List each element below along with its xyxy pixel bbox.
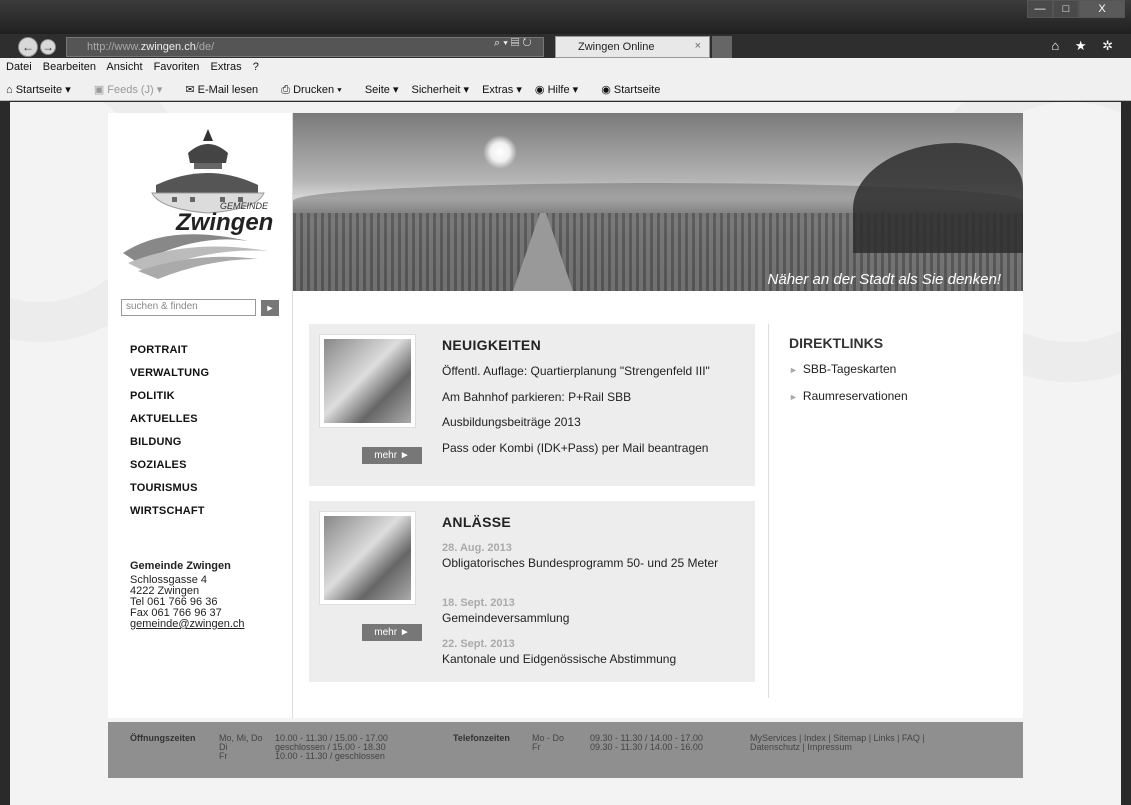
events-title: ANLÄSSE	[442, 514, 511, 530]
footer-phone-days: Mo - Do Fr	[532, 733, 565, 752]
window-controls: — □ X	[1027, 0, 1125, 18]
home-favorites-tools-icons[interactable]: ⌂ ★ ✲	[1051, 38, 1119, 54]
direktlinks-title: DIREKTLINKS	[789, 335, 884, 351]
close-window-button[interactable]: X	[1079, 0, 1125, 18]
cmd-help-label: Hilfe ▾	[547, 84, 579, 96]
command-bar: ⌂ Startseite ▾ ▣ Feeds (J) ▾ ✉ E-Mail le…	[0, 77, 1131, 101]
footer-opening-times: 10.00 - 11.30 / 15.00 - 17.00 geschlosse…	[275, 733, 388, 761]
menu-help[interactable]: ?	[253, 61, 259, 73]
news-title: NEUIGKEITEN	[442, 337, 541, 353]
nav-item-tourismus[interactable]: TOURISMUS	[130, 482, 209, 505]
menu-extras[interactable]: Extras	[210, 61, 241, 73]
cmd-print[interactable]: ⎙ Drucken ▾	[281, 84, 352, 96]
search-input[interactable]: suchen & finden	[121, 299, 256, 316]
menu-favoriten[interactable]: Favoriten	[154, 61, 200, 73]
main-navigation: PORTRAIT VERWALTUNG POLITIK AKTUELLES BI…	[130, 344, 209, 528]
menu-bar: Datei Bearbeiten Ansicht Favoriten Extra…	[0, 58, 1131, 77]
cmd-feeds-label: Feeds (J) ▾	[107, 84, 163, 96]
menu-bearbeiten[interactable]: Bearbeiten	[43, 61, 96, 73]
nav-item-portrait[interactable]: PORTRAIT	[130, 344, 209, 367]
site-footer: Öffnungszeiten Mo, Mi, Do Di Fr 10.00 - …	[108, 722, 1023, 778]
maximize-button[interactable]: □	[1053, 0, 1079, 18]
gemeinde-logo[interactable]: GEMEINDE Zwingen	[108, 113, 293, 291]
news-item[interactable]: Ausbildungsbeiträge 2013	[442, 415, 581, 429]
direktlink-label: SBB-Tageskarten	[802, 362, 897, 376]
direktlink-label: Raumreservationen	[802, 389, 908, 403]
nav-item-politik[interactable]: POLITIK	[130, 390, 209, 413]
hero-trees	[853, 143, 1023, 253]
cmd-feeds[interactable]: ▣ Feeds (J) ▾	[94, 84, 173, 96]
url-host: zwingen.ch	[140, 41, 196, 53]
hero-tagline: Näher an der Stadt als Sie denken!	[767, 271, 1001, 288]
events-thumbnail	[319, 511, 416, 605]
tab-title: Zwingen Online	[578, 41, 655, 53]
cmd-print-label: Drucken ▾	[293, 84, 342, 96]
news-item[interactable]: Öffentl. Auflage: Quartierplanung "Stren…	[442, 364, 710, 378]
news-thumbnail	[319, 334, 416, 428]
events-more-button[interactable]: mehr ►	[362, 624, 422, 641]
cmd-email-label: E-Mail lesen	[197, 84, 259, 96]
event-date: 18. Sept. 2013	[442, 597, 515, 609]
new-tab-button[interactable]	[712, 36, 732, 58]
column-divider	[768, 324, 769, 698]
event-title[interactable]: Kantonale und Eidgenössische Abstimmung	[442, 652, 742, 666]
left-column: GEMEINDE Zwingen suchen & finden ► PORTR…	[108, 113, 293, 718]
cmd-home[interactable]: ⌂ Startseite ▾	[6, 84, 81, 96]
window-titlebar: — □ X	[0, 0, 1131, 36]
cmd-home-label: Startseite ▾	[15, 84, 71, 96]
cmd-security[interactable]: Sicherheit ▾	[412, 84, 470, 96]
back-button[interactable]: ←	[18, 37, 38, 57]
news-more-button[interactable]: mehr ►	[362, 447, 422, 464]
tab-close-icon[interactable]: ×	[695, 40, 701, 52]
news-box: mehr ► NEUIGKEITEN Öffentl. Auflage: Qua…	[309, 324, 755, 486]
events-box: mehr ► ANLÄSSE 28. Aug. 2013 Obligatoris…	[309, 501, 755, 682]
nav-item-verwaltung[interactable]: VERWALTUNG	[130, 367, 209, 390]
news-item[interactable]: Pass oder Kombi (IDK+Pass) per Mail bean…	[442, 441, 708, 455]
url-prefix: http://www.	[87, 41, 141, 53]
event-title[interactable]: Obligatorisches Bundesprogramm 50- und 2…	[442, 556, 742, 570]
forward-button[interactable]: →	[40, 39, 56, 55]
event-date: 28. Aug. 2013	[442, 542, 512, 554]
page-viewport: GEMEINDE Zwingen suchen & finden ► PORTR…	[10, 102, 1121, 805]
direktlink-raumreservationen[interactable]: ► Raumreservationen	[789, 389, 908, 403]
footer-opening-days: Mo, Mi, Do Di Fr	[219, 733, 263, 761]
menu-ansicht[interactable]: Ansicht	[106, 61, 142, 73]
nav-item-aktuelles[interactable]: AKTUELLES	[130, 413, 209, 436]
site-container: GEMEINDE Zwingen suchen & finden ► PORTR…	[108, 113, 1023, 718]
hero-sun	[483, 135, 517, 169]
arrow-icon: ►	[789, 365, 798, 375]
direktlink-sbb-tageskarten[interactable]: ► SBB-Tageskarten	[789, 362, 896, 376]
cmd-extras[interactable]: Extras ▾	[482, 84, 522, 96]
address-bar[interactable]: http://www.zwingen.ch/de/	[66, 37, 544, 57]
cmd-email[interactable]: ✉ E-Mail lesen	[185, 84, 268, 96]
minimize-button[interactable]: —	[1027, 0, 1053, 18]
nav-item-wirtschaft[interactable]: WIRTSCHAFT	[130, 505, 209, 528]
footer-links[interactable]: MyServices | Index | Sitemap | Links | F…	[750, 734, 925, 752]
cmd-start[interactable]: ◉ Startseite	[601, 84, 670, 96]
news-item[interactable]: Am Bahnhof parkieren: P+Rail SBB	[442, 390, 631, 404]
tab-zwingen-online[interactable]: Zwingen Online ×	[555, 36, 710, 58]
hero-banner: Näher an der Stadt als Sie denken!	[293, 113, 1023, 291]
event-title[interactable]: Gemeindeversammlung	[442, 611, 742, 625]
address-search-refresh-icons[interactable]: ⌕ ▾ ▤ ↻	[494, 37, 532, 50]
contact-email-link[interactable]: gemeinde@zwingen.ch	[130, 619, 245, 630]
logo-wordmark: Zwingen	[176, 209, 274, 236]
cmd-help[interactable]: ◉ Hilfe ▾	[535, 84, 588, 96]
cmd-page[interactable]: Seite ▾	[365, 84, 399, 96]
menu-datei[interactable]: Datei	[6, 61, 32, 73]
contact-name: Gemeinde Zwingen	[130, 560, 231, 572]
cmd-start-label: Startseite	[613, 84, 661, 96]
nav-item-soziales[interactable]: SOZIALES	[130, 459, 209, 482]
search-button[interactable]: ►	[261, 300, 279, 316]
nav-item-bildung[interactable]: BILDUNG	[130, 436, 209, 459]
contact-block: Gemeinde Zwingen Schlossgasse 4 4222 Zwi…	[130, 561, 245, 630]
event-date: 22. Sept. 2013	[442, 638, 515, 650]
footer-opening-label: Öffnungszeiten	[130, 733, 196, 743]
arrow-icon: ►	[789, 392, 798, 402]
footer-phone-times: 09.30 - 11.30 / 14.00 - 17.00 09.30 - 11…	[590, 733, 703, 752]
footer-phone-label: Telefonzeiten	[453, 733, 510, 743]
url-path: /de/	[195, 41, 215, 53]
